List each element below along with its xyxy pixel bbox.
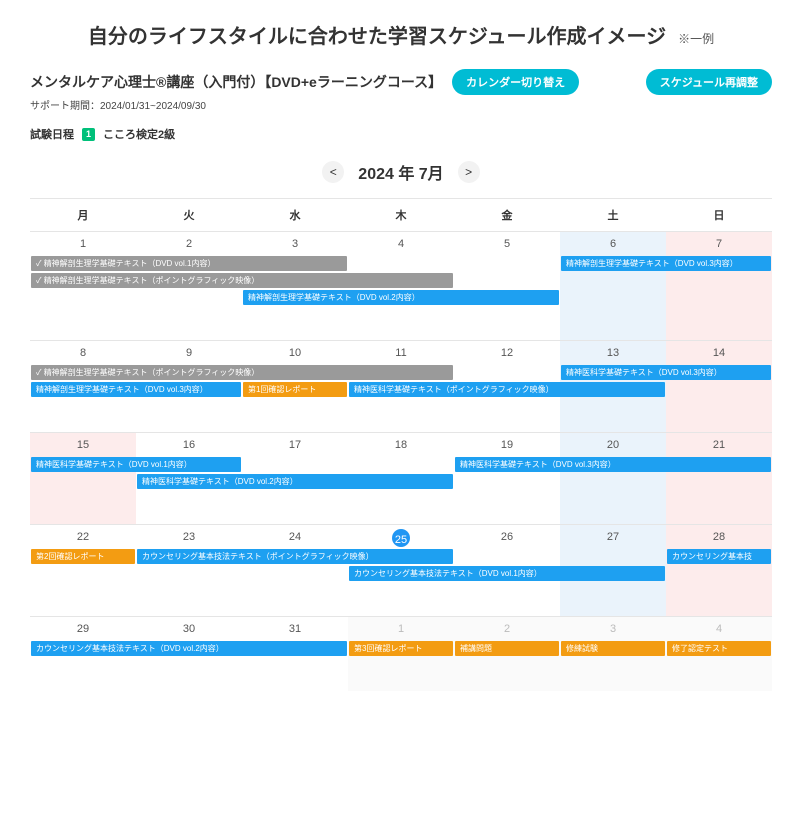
day-number: 21: [670, 437, 768, 457]
week-row: 29 30 31 1234 カウンセリング基本技法テキスト（DVD vol.2内容）第3…: [30, 616, 772, 691]
day-number: 13: [564, 345, 662, 365]
day-number: 2: [458, 621, 556, 641]
dow-header: 木: [348, 199, 454, 231]
schedule-bar[interactable]: 補講問題: [455, 641, 559, 656]
day-number: 16: [140, 437, 238, 457]
day-number: 22: [34, 529, 132, 549]
schedule-bar[interactable]: カウンセリング基本技: [667, 549, 771, 564]
course-title: メンタルケア心理士®講座（入門付）【DVD+eラーニングコース】: [30, 72, 442, 92]
day-number: 23: [140, 529, 238, 549]
schedule-bar[interactable]: 精神解剖生理学基礎テキスト（DVD vol.3内容）: [31, 382, 241, 397]
day-number: 7: [670, 236, 768, 256]
day-number: 26: [458, 529, 556, 549]
schedule-bar[interactable]: カウンセリング基本技法テキスト（DVD vol.1内容）: [349, 566, 665, 581]
day-cell[interactable]: 14: [666, 341, 772, 432]
day-number: 4: [352, 236, 450, 256]
page-title-note: ※一例: [678, 30, 714, 47]
dow-header: 日: [666, 199, 772, 231]
day-cell[interactable]: 22: [30, 525, 136, 616]
day-number: 4: [670, 621, 768, 641]
day-number: 30: [140, 621, 238, 641]
day-number: 18: [352, 437, 450, 457]
day-number: 3: [246, 236, 344, 256]
exam-name: こころ検定2級: [103, 126, 175, 142]
schedule-bar[interactable]: 第2回確認レポート: [31, 549, 135, 564]
day-number: 24: [246, 529, 344, 549]
schedule-bar[interactable]: 精神解剖生理学基礎テキスト（DVD vol.1内容）: [31, 256, 347, 271]
day-number: 14: [670, 345, 768, 365]
day-number: 8: [34, 345, 132, 365]
day-number: 31: [246, 621, 344, 641]
prev-month-button[interactable]: <: [322, 161, 344, 183]
schedule-bar[interactable]: 精神医科学基礎テキスト（ポイントグラフィック映像）: [349, 382, 665, 397]
schedule-bar[interactable]: 修練試験: [561, 641, 665, 656]
schedule-bar[interactable]: 第3回確認レポート: [349, 641, 453, 656]
calendar-grid: 月火水木金土日1234567精神解剖生理学基礎テキスト（DVD vol.1内容）…: [30, 198, 772, 691]
month-label: 2024 年 7月: [358, 160, 443, 184]
dow-header: 土: [560, 199, 666, 231]
day-cell[interactable]: 6: [560, 232, 666, 340]
schedule-bar[interactable]: カウンセリング基本技法テキスト（ポイントグラフィック映像）: [137, 549, 453, 564]
day-cell[interactable]: 5: [454, 232, 560, 340]
schedule-bar[interactable]: 精神解剖生理学基礎テキスト（ポイントグラフィック映像）: [31, 365, 453, 380]
day-number-today: 25: [392, 529, 410, 547]
day-cell[interactable]: 15: [30, 433, 136, 524]
calendar-switch-button[interactable]: カレンダー切り替え: [452, 69, 579, 95]
exam-schedule-label: 試験日程: [30, 126, 74, 142]
day-number: 1: [352, 621, 450, 641]
day-number: 20: [564, 437, 662, 457]
day-number: 10: [246, 345, 344, 365]
day-number: 15: [34, 437, 132, 457]
day-number: 2: [140, 236, 238, 256]
week-row: 89 10 11 12 13 14 精神解剖生理学基礎テキスト（ポイントグラフィック映像） 精…: [30, 340, 772, 432]
week-row: 1234567 精神解剖生理学基礎テキスト（DVD vol.1内容） 精神解剖生理学…: [30, 231, 772, 340]
day-number: 19: [458, 437, 556, 457]
schedule-bar[interactable]: 精神医科学基礎テキスト（DVD vol.1内容）: [31, 457, 241, 472]
day-cell[interactable]: 20: [560, 433, 666, 524]
day-number: 9: [140, 345, 238, 365]
day-cell[interactable]: 24: [242, 525, 348, 616]
reschedule-button[interactable]: スケジュール再調整: [646, 69, 772, 95]
next-month-button[interactable]: >: [458, 161, 480, 183]
dow-header: 水: [242, 199, 348, 231]
schedule-bar[interactable]: 精神解剖生理学基礎テキスト（DVD vol.3内容）: [561, 256, 771, 271]
day-number: 1: [34, 236, 132, 256]
schedule-bar[interactable]: 精神医科学基礎テキスト（DVD vol.3内容）: [455, 457, 771, 472]
day-number: 11: [352, 345, 450, 365]
schedule-bar[interactable]: 精神解剖生理学基礎テキスト（DVD vol.2内容）: [243, 290, 559, 305]
day-number: 3: [564, 621, 662, 641]
week-row: 22 23 24 25 26 27 28 第2回確認レポートカウンセリング基本技法テキスト（ポ…: [30, 524, 772, 616]
day-number: 6: [564, 236, 662, 256]
dow-header: 金: [454, 199, 560, 231]
day-number: 5: [458, 236, 556, 256]
schedule-bar[interactable]: 精神医科学基礎テキスト（DVD vol.2内容）: [137, 474, 453, 489]
day-number: 17: [246, 437, 344, 457]
support-period: サポート期間：2024/01/31~2024/09/30: [30, 97, 772, 112]
day-number: 12: [458, 345, 556, 365]
day-number: 27: [564, 529, 662, 549]
day-cell[interactable]: 19: [454, 433, 560, 524]
schedule-bar[interactable]: 修了認定テスト: [667, 641, 771, 656]
schedule-bar[interactable]: 精神医科学基礎テキスト（DVD vol.3内容）: [561, 365, 771, 380]
exam-badge: 1: [82, 128, 95, 141]
day-cell[interactable]: 7: [666, 232, 772, 340]
day-cell[interactable]: 21: [666, 433, 772, 524]
day-cell[interactable]: 23: [136, 525, 242, 616]
dow-header: 月: [30, 199, 136, 231]
page-title: 自分のライフスタイルに合わせた学習スケジュール作成イメージ: [88, 20, 666, 49]
day-number: 29: [34, 621, 132, 641]
day-cell[interactable]: 28: [666, 525, 772, 616]
schedule-bar[interactable]: 精神解剖生理学基礎テキスト（ポイントグラフィック映像）: [31, 273, 453, 288]
schedule-bar[interactable]: カウンセリング基本技法テキスト（DVD vol.2内容）: [31, 641, 347, 656]
week-row: 15 16 17 18 19 20 21 精神医科学基礎テキスト（DVD vol.1内容） 精神…: [30, 432, 772, 524]
day-number: 28: [670, 529, 768, 549]
dow-header: 火: [136, 199, 242, 231]
schedule-bar[interactable]: 第1回確認レポート: [243, 382, 347, 397]
